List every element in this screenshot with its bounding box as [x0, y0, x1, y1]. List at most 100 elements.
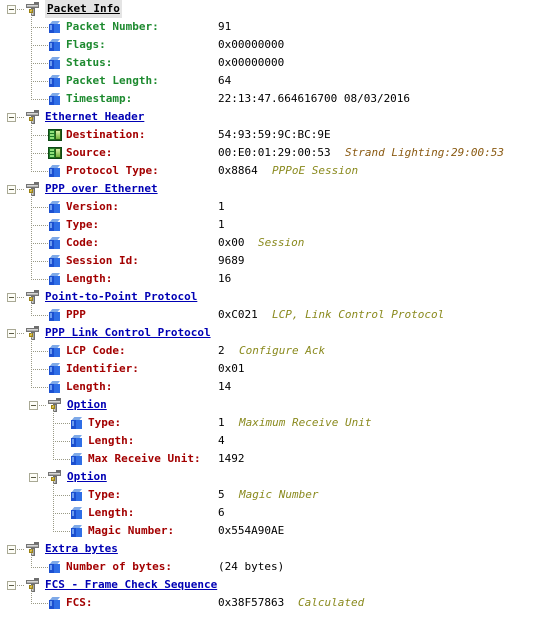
tree-connector [31, 243, 48, 244]
collapse-icon[interactable] [7, 113, 16, 122]
tree-field-row[interactable]: Version: 1 [0, 198, 536, 216]
tree-group-row[interactable]: Extra bytes [0, 540, 536, 558]
tree-connector [31, 351, 48, 352]
tree-field-row[interactable]: Magic Number: 0x554A90AE [0, 522, 536, 540]
tree-group-row[interactable]: Option [0, 396, 536, 414]
field-value: 0x00000000 [218, 38, 285, 51]
tree-field-row[interactable]: Flags: 0x00000000 [0, 36, 536, 54]
tree-field-row[interactable]: Max Receive Unit: 1492 [0, 450, 536, 468]
tree-field-row[interactable]: Status: 0x00000000 [0, 54, 536, 72]
tree-connector [31, 225, 48, 226]
tree-connector [53, 531, 70, 532]
tree-connector [31, 63, 48, 64]
field-value: 14 [218, 380, 232, 393]
cube-icon [48, 93, 61, 106]
field-label: Timestamp: [66, 92, 133, 105]
tree-field-row[interactable]: Length: 6 [0, 504, 536, 522]
tree-field-row[interactable]: PPP 0xC021 LCP, Link Control Protocol [0, 306, 536, 324]
tree-group-row[interactable]: FCS - Frame Check Sequence [0, 576, 536, 594]
group-label-ppp-link-control-protocol[interactable]: PPP Link Control Protocol [45, 324, 211, 342]
collapse-icon[interactable] [7, 329, 16, 338]
cube-icon [48, 597, 61, 610]
group-label-fcs-frame-check-sequence[interactable]: FCS - Frame Check Sequence [45, 576, 217, 594]
field-label: FCS: [66, 596, 93, 609]
group-label-option-mru[interactable]: Option [67, 396, 107, 414]
tree-group-row[interactable]: Point-to-Point Protocol [0, 288, 536, 306]
cube-icon [48, 21, 61, 34]
collapse-icon[interactable] [7, 545, 16, 554]
field-label: Packet Number: [66, 20, 159, 33]
cube-icon [48, 363, 61, 376]
cube-icon [70, 507, 83, 520]
tree-field-row[interactable]: Protocol Type: 0x8864 PPPoE Session [0, 162, 536, 180]
tree-field-row[interactable]: Identifier: 0x01 [0, 360, 536, 378]
field-note: Session [258, 236, 305, 249]
tree-connector [53, 495, 70, 496]
collapse-icon[interactable] [7, 5, 16, 14]
group-label-ppp-over-ethernet[interactable]: PPP over Ethernet [45, 180, 158, 198]
tree-group-row[interactable]: Packet Info [0, 0, 536, 18]
field-label: Magic Number: [88, 524, 175, 537]
tree-field-row[interactable]: Length: 16 [0, 270, 536, 288]
field-label: Identifier: [66, 362, 139, 375]
field-value: 22:13:47.664616700 08/03/2016 [218, 92, 411, 105]
group-label-extra-bytes[interactable]: Extra bytes [45, 540, 118, 558]
cube-icon [48, 39, 61, 52]
tree-connector [31, 27, 48, 28]
tree-connector [17, 189, 25, 190]
tree-field-row[interactable]: Session Id: 9689 [0, 252, 536, 270]
tree-field-row[interactable]: Destination: 54:93:59:9C:BC:9E [0, 126, 536, 144]
group-label-option-magic-number[interactable]: Option [67, 468, 107, 486]
field-value: 0x00000000 [218, 56, 285, 69]
tree-group-row[interactable]: PPP over Ethernet [0, 180, 536, 198]
collapse-icon[interactable] [7, 185, 16, 194]
collapse-icon[interactable] [29, 401, 38, 410]
tree-field-row[interactable]: Length: 4 [0, 432, 536, 450]
tree-field-row[interactable]: Number of bytes: (24 bytes) [0, 558, 536, 576]
field-value: 54:93:59:9C:BC:9E [218, 128, 331, 141]
tree-field-row[interactable]: LCP Code: 2 Configure Ack [0, 342, 536, 360]
tree-field-row[interactable]: Type: 5 Magic Number [0, 486, 536, 504]
field-value: 00:E0:01:29:00:53 [218, 146, 331, 159]
field-label: LCP Code: [66, 344, 126, 357]
field-label: Length: [88, 506, 135, 519]
tree-field-row[interactable]: Source: 00:E0:01:29:00:53 Strand Lighting:… [0, 144, 536, 162]
field-label: Status: [66, 56, 113, 69]
field-label: Protocol Type: [66, 164, 159, 177]
field-value: 0xC021 [218, 308, 258, 321]
tree-connector [17, 9, 25, 10]
cube-icon [70, 417, 83, 430]
field-label: Code: [66, 236, 100, 249]
packet-decode-tree[interactable]: Packet Info Packet Number: 91 Flags: 0x00000… [0, 0, 536, 636]
collapse-icon[interactable] [7, 293, 16, 302]
protocol-icon [25, 290, 40, 305]
tree-connector [31, 603, 48, 604]
tree-field-row[interactable]: Length: 14 [0, 378, 536, 396]
group-label-ethernet-header[interactable]: Ethernet Header [45, 108, 144, 126]
field-value: 0x01 [218, 362, 245, 375]
cube-icon [48, 255, 61, 268]
tree-field-row[interactable]: FCS: 0x38F57863 Calculated [0, 594, 536, 612]
field-value: 91 [218, 20, 232, 33]
protocol-icon [25, 2, 40, 17]
group-label-packet-info[interactable]: Packet Info [45, 0, 122, 18]
tree-field-row[interactable]: Code: 0x00 Session [0, 234, 536, 252]
protocol-icon [25, 182, 40, 197]
tree-connector [31, 207, 48, 208]
collapse-icon[interactable] [29, 473, 38, 482]
collapse-icon[interactable] [7, 581, 16, 590]
tree-field-row[interactable]: Packet Length: 64 [0, 72, 536, 90]
group-label-point-to-point-protocol[interactable]: Point-to-Point Protocol [45, 288, 197, 306]
tree-field-row[interactable]: Timestamp: 22:13:47.664616700 08/03/2016 [0, 90, 536, 108]
tree-field-row[interactable]: Packet Number: 91 [0, 18, 536, 36]
tree-group-row[interactable]: Ethernet Header [0, 108, 536, 126]
tree-group-row[interactable]: PPP Link Control Protocol [0, 324, 536, 342]
cube-icon [48, 345, 61, 358]
tree-field-row[interactable]: Type: 1 Maximum Receive Unit [0, 414, 536, 432]
field-label: Packet Length: [66, 74, 159, 87]
field-note: LCP, Link Control Protocol [272, 308, 445, 321]
tree-field-row[interactable]: Type: 1 [0, 216, 536, 234]
network-card-icon [48, 147, 62, 159]
tree-connector [17, 333, 25, 334]
tree-group-row[interactable]: Option [0, 468, 536, 486]
